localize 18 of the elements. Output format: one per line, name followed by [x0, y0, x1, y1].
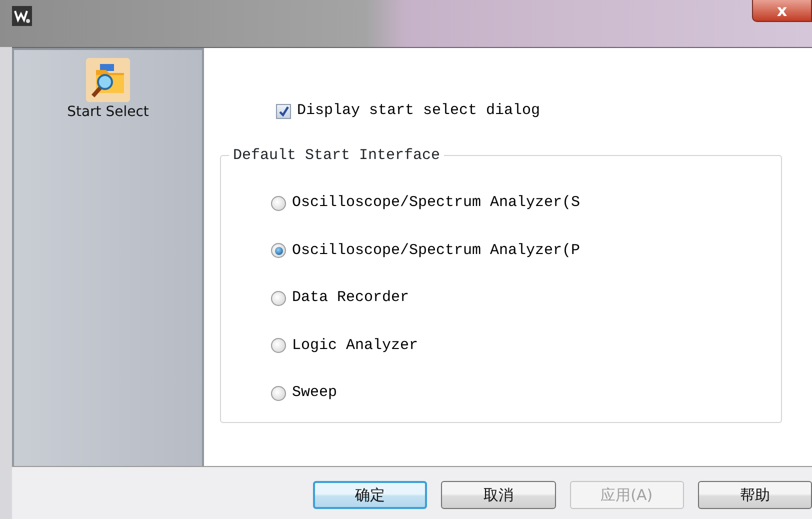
dialog-button[interactable]: 取消 [441, 481, 556, 509]
radio-label[interactable]: Data Recorder [292, 287, 410, 310]
app-icon [12, 6, 32, 26]
close-button[interactable]: x [752, 0, 812, 22]
checkbox[interactable] [276, 104, 291, 119]
dialog-button[interactable]: 帮助 [698, 481, 812, 509]
radio-button[interactable] [271, 243, 286, 258]
radio-button[interactable] [271, 196, 286, 211]
radio-button[interactable] [271, 386, 286, 401]
sidebar-item[interactable]: Start Select [63, 56, 153, 125]
dialog-button[interactable]: 确定 [313, 481, 428, 509]
radio-label[interactable]: Sweep [292, 382, 338, 404]
checkbox-label[interactable]: Display start select dialog [297, 100, 540, 122]
radio-button[interactable] [271, 290, 286, 306]
radio-label[interactable]: Logic Analyzer [292, 334, 418, 357]
radio-label[interactable]: Oscilloscope/Spectrum Analyzer(P [292, 240, 580, 262]
radio-label[interactable]: Oscilloscope/Spectrum Analyzer(S [292, 192, 580, 214]
radio-button[interactable] [271, 338, 286, 354]
